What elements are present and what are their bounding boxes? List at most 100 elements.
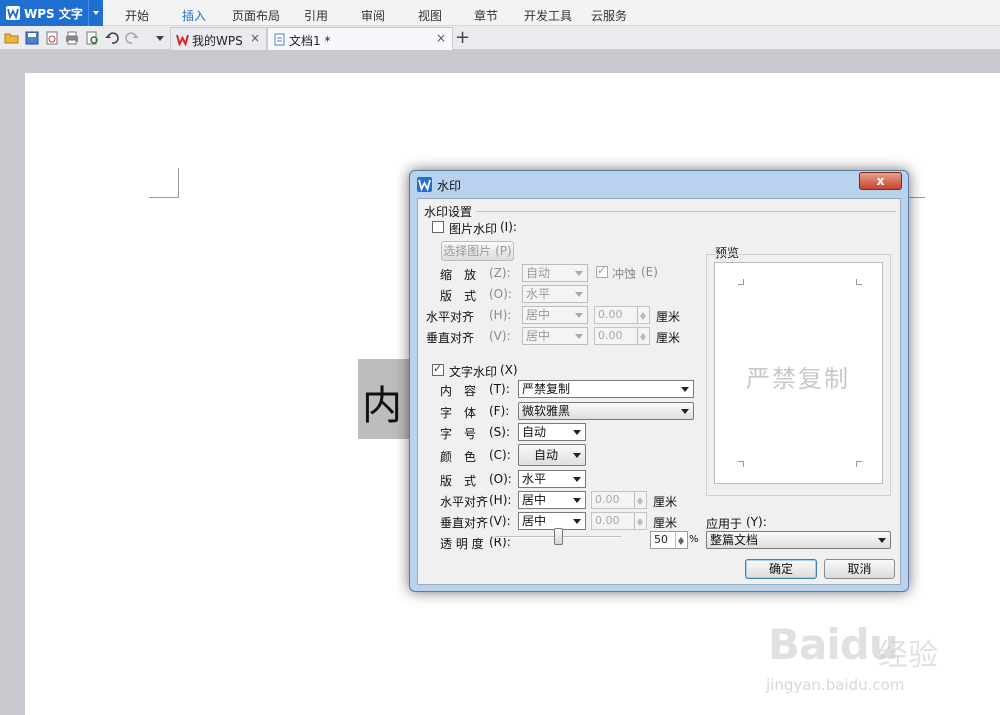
- preview-corner-mark: [856, 279, 862, 285]
- stepper-arrows-icon[interactable]: [634, 513, 646, 529]
- opacity-stepper[interactable]: 50: [650, 531, 688, 549]
- tab-my-wps[interactable]: 我的WPS ×: [170, 27, 267, 50]
- menu-home[interactable]: 开始: [125, 7, 149, 24]
- color-value: 自动: [533, 448, 558, 462]
- picture-halign-label: 水平对齐: [426, 310, 475, 324]
- baidu-watermark-url: jingyan.baidu.com: [766, 676, 905, 694]
- picture-watermark-checkbox[interactable]: [432, 221, 444, 233]
- picture-halign-stepper[interactable]: 0.00: [594, 306, 650, 324]
- export-pdf-icon[interactable]: [44, 30, 60, 46]
- preview-corner-mark: [856, 461, 862, 467]
- watermark-content-value: 严禁复制: [522, 382, 571, 396]
- text-halign-stepper[interactable]: 0.00: [591, 491, 647, 509]
- document-text[interactable]: 内: [362, 373, 402, 431]
- picture-layout-select[interactable]: 水平: [522, 285, 588, 303]
- chevron-down-icon: [573, 498, 581, 507]
- text-halign-number: 0.00: [595, 493, 620, 506]
- stepper-arrows-icon[interactable]: [637, 328, 649, 344]
- font-size-select[interactable]: 自动: [518, 423, 586, 441]
- text-valign-stepper[interactable]: 0.00: [591, 512, 647, 530]
- section-divider: [476, 211, 896, 212]
- picture-valign-stepper[interactable]: 0.00: [594, 327, 650, 345]
- save-icon[interactable]: [24, 30, 40, 46]
- customize-toolbar-dropdown-icon[interactable]: [152, 30, 168, 46]
- content-label: 内 容: [440, 384, 477, 398]
- opacity-slider-thumb[interactable]: [554, 528, 563, 545]
- preview-corner-mark: [738, 461, 744, 467]
- document-icon: [273, 33, 286, 46]
- text-layout-value: 水平: [522, 472, 547, 486]
- opacity-label: 透 明 度: [440, 537, 484, 551]
- preview-corner-mark: [738, 279, 744, 285]
- menu-review[interactable]: 审阅: [361, 7, 385, 24]
- picture-watermark-key: (I):: [500, 220, 517, 234]
- stepper-arrows-icon[interactable]: [637, 307, 649, 323]
- dialog-close-button[interactable]: x: [859, 172, 902, 190]
- menu-view[interactable]: 视图: [418, 7, 442, 24]
- apply-to-select[interactable]: 整篇文档: [706, 531, 891, 549]
- font-key: (F):: [489, 404, 510, 418]
- layout-label: 版 式: [440, 289, 477, 303]
- watermark-dialog: 水印 x 水印设置 图片水印 (I): 选择图片 (P) 缩 放 (Z): 自动…: [409, 170, 909, 592]
- menu-references[interactable]: 引用: [304, 7, 328, 24]
- new-tab-button[interactable]: +: [455, 27, 470, 48]
- preview-watermark-text: 严禁复制: [746, 365, 850, 393]
- text-valign-unit: 厘米: [653, 516, 678, 530]
- print-icon[interactable]: [64, 30, 80, 46]
- tab-document1[interactable]: 文档1 * ×: [267, 27, 453, 50]
- print-preview-icon[interactable]: [84, 30, 100, 46]
- stepper-arrows-icon[interactable]: [675, 532, 687, 548]
- picture-valign-select[interactable]: 居中: [522, 327, 588, 345]
- color-select[interactable]: 自动: [518, 444, 586, 466]
- font-size-value: 自动: [522, 425, 547, 439]
- menu-chapter[interactable]: 章节: [474, 7, 498, 24]
- app-menu-dropdown-icon[interactable]: [88, 0, 103, 26]
- select-picture-button[interactable]: 选择图片 (P): [441, 241, 514, 261]
- font-label: 字 体: [440, 406, 477, 420]
- cancel-button[interactable]: 取消: [824, 559, 895, 579]
- app-menu-button[interactable]: WPS 文字: [0, 0, 103, 26]
- scale-label: 缩 放: [440, 268, 477, 282]
- menu-cloud-services[interactable]: 云服务: [591, 7, 627, 24]
- chevron-down-icon: [573, 519, 581, 528]
- picture-valign-key: (V):: [489, 329, 511, 343]
- font-select[interactable]: 微软雅黑: [518, 402, 694, 420]
- select-picture-key: (P): [495, 244, 512, 258]
- chevron-down-icon[interactable]: [681, 387, 689, 396]
- menu-page-layout[interactable]: 页面布局: [232, 7, 280, 24]
- text-valign-select[interactable]: 居中: [518, 512, 586, 530]
- chevron-down-icon: [575, 313, 583, 322]
- ok-button[interactable]: 确定: [745, 559, 817, 579]
- washout-checkbox[interactable]: [596, 264, 608, 278]
- text-halign-select[interactable]: 居中: [518, 491, 586, 509]
- picture-halign-select[interactable]: 居中: [522, 306, 588, 324]
- close-tab-icon[interactable]: ×: [436, 31, 446, 45]
- close-tab-icon[interactable]: ×: [250, 31, 260, 45]
- chevron-down-icon: [878, 538, 886, 547]
- redo-icon[interactable]: [124, 30, 140, 46]
- picture-halign-number: 0.00: [598, 308, 623, 321]
- apply-to-key: (Y):: [746, 515, 767, 529]
- undo-icon[interactable]: [104, 30, 120, 46]
- washout-label: 冲蚀: [612, 267, 637, 281]
- menu-insert[interactable]: 插入: [182, 7, 206, 24]
- text-watermark-key: (X): [500, 363, 518, 377]
- watermark-content-input[interactable]: 严禁复制: [518, 380, 694, 398]
- picture-halign-value: 居中: [526, 308, 551, 322]
- scale-select[interactable]: 自动: [522, 264, 588, 282]
- stepper-arrows-icon[interactable]: [634, 492, 646, 508]
- menu-developer-tools[interactable]: 开发工具: [524, 7, 572, 24]
- section-title: 水印设置: [424, 205, 473, 219]
- app-title: WPS 文字: [24, 7, 83, 21]
- font-value: 微软雅黑: [522, 404, 571, 418]
- picture-valign-unit: 厘米: [656, 331, 681, 345]
- chevron-down-icon: [681, 409, 689, 418]
- chevron-down-icon: [575, 292, 583, 301]
- text-watermark-checkbox[interactable]: [432, 362, 444, 376]
- text-layout-select[interactable]: 水平: [518, 470, 586, 488]
- color-label: 颜 色: [440, 450, 477, 464]
- picture-valign-value: 居中: [526, 329, 551, 343]
- washout-key: (E): [641, 265, 658, 279]
- text-halign-key: (H):: [489, 493, 512, 507]
- open-folder-icon[interactable]: [4, 30, 20, 46]
